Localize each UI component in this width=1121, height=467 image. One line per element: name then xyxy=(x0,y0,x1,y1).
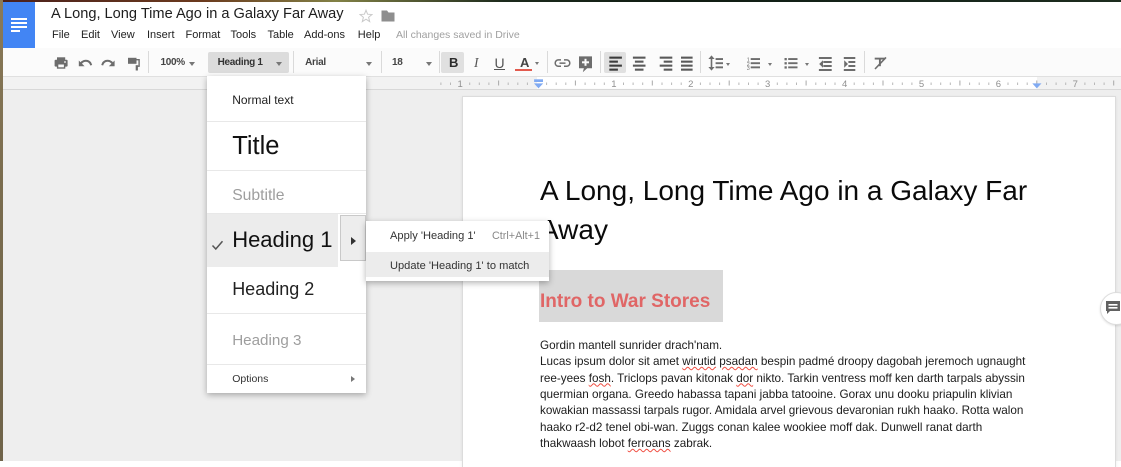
svg-text:1: 1 xyxy=(457,79,462,90)
svg-text:2: 2 xyxy=(688,79,693,90)
svg-text:5: 5 xyxy=(919,79,924,90)
svg-text:3: 3 xyxy=(765,79,770,90)
svg-text:3: 3 xyxy=(747,66,750,72)
svg-text:1: 1 xyxy=(611,79,616,90)
svg-text:7: 7 xyxy=(1073,79,1078,90)
svg-text:6: 6 xyxy=(996,79,1001,90)
svg-text:4: 4 xyxy=(842,79,847,90)
